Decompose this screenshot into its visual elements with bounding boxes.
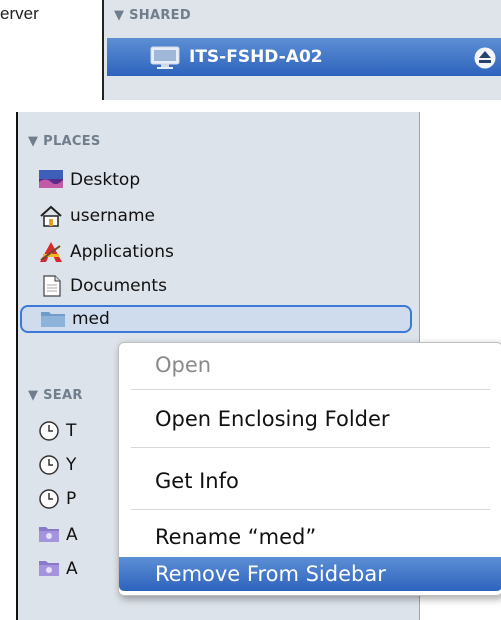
sidebar-item-label: A: [66, 559, 78, 579]
shared-panel: ▼ SHARED ITS-FSHD-A02: [102, 0, 501, 100]
menu-item-open[interactable]: Open: [155, 353, 211, 377]
sidebar-item-med[interactable]: med: [20, 305, 412, 333]
clock-icon: [38, 488, 60, 510]
sidebar-item-search-yesterday[interactable]: Y: [38, 454, 76, 476]
sidebar-item-label: Desktop: [70, 170, 141, 190]
sidebar-item-documents[interactable]: Documents: [38, 272, 167, 300]
sidebar-item-label: username: [70, 206, 155, 226]
shared-section-header[interactable]: ▼ SHARED: [114, 8, 191, 23]
sidebar-item-label: Y: [66, 455, 77, 475]
smart-folder-icon: [38, 524, 60, 546]
menu-item-open-enclosing-folder[interactable]: Open Enclosing Folder: [155, 407, 390, 431]
sidebar-item-label: Applications: [70, 242, 174, 262]
sidebar-item-search-all-images[interactable]: A: [38, 524, 78, 546]
documents-icon: [38, 274, 64, 298]
sidebar-item-search-all-movies[interactable]: A: [38, 558, 78, 580]
eject-icon[interactable]: [474, 47, 496, 73]
sidebar-item-label: Documents: [70, 276, 167, 296]
sidebar-item-label: A: [66, 525, 78, 545]
menu-item-rename[interactable]: Rename “med”: [155, 525, 316, 549]
menu-item-get-info[interactable]: Get Info: [155, 469, 239, 493]
home-icon: [38, 204, 64, 228]
menu-separator: [131, 509, 490, 510]
sidebar-item-label: P: [66, 489, 77, 509]
smart-folder-icon: [38, 558, 60, 580]
sidebar-item-search-past-week[interactable]: P: [38, 488, 76, 510]
sidebar-item-username[interactable]: username: [38, 202, 155, 230]
clock-icon: [38, 420, 60, 442]
applications-icon: [38, 240, 64, 264]
sidebar-item-applications[interactable]: Applications: [38, 238, 174, 266]
search-for-section-header[interactable]: ▼ SEAR: [28, 388, 83, 403]
menu-item-remove-from-sidebar[interactable]: Remove From Sidebar: [119, 557, 501, 591]
desktop-icon: [38, 168, 64, 192]
background-text: erver: [0, 4, 39, 23]
menu-separator: [131, 389, 490, 390]
context-menu: Open Open Enclosing Folder Get Info Rena…: [118, 342, 501, 596]
monitor-icon: [149, 46, 181, 74]
shared-server-item[interactable]: ITS-FSHD-A02: [107, 38, 501, 76]
places-section-header[interactable]: ▼ PLACES: [28, 134, 101, 149]
clock-icon: [38, 454, 60, 476]
folder-icon: [40, 307, 66, 331]
sidebar-item-search-today[interactable]: T: [38, 420, 76, 442]
sidebar-item-desktop[interactable]: Desktop: [38, 166, 140, 194]
menu-separator: [131, 447, 490, 448]
shared-server-label: ITS-FSHD-A02: [189, 47, 323, 67]
sidebar-item-label: T: [66, 421, 77, 441]
sidebar-item-label: med: [72, 309, 110, 329]
